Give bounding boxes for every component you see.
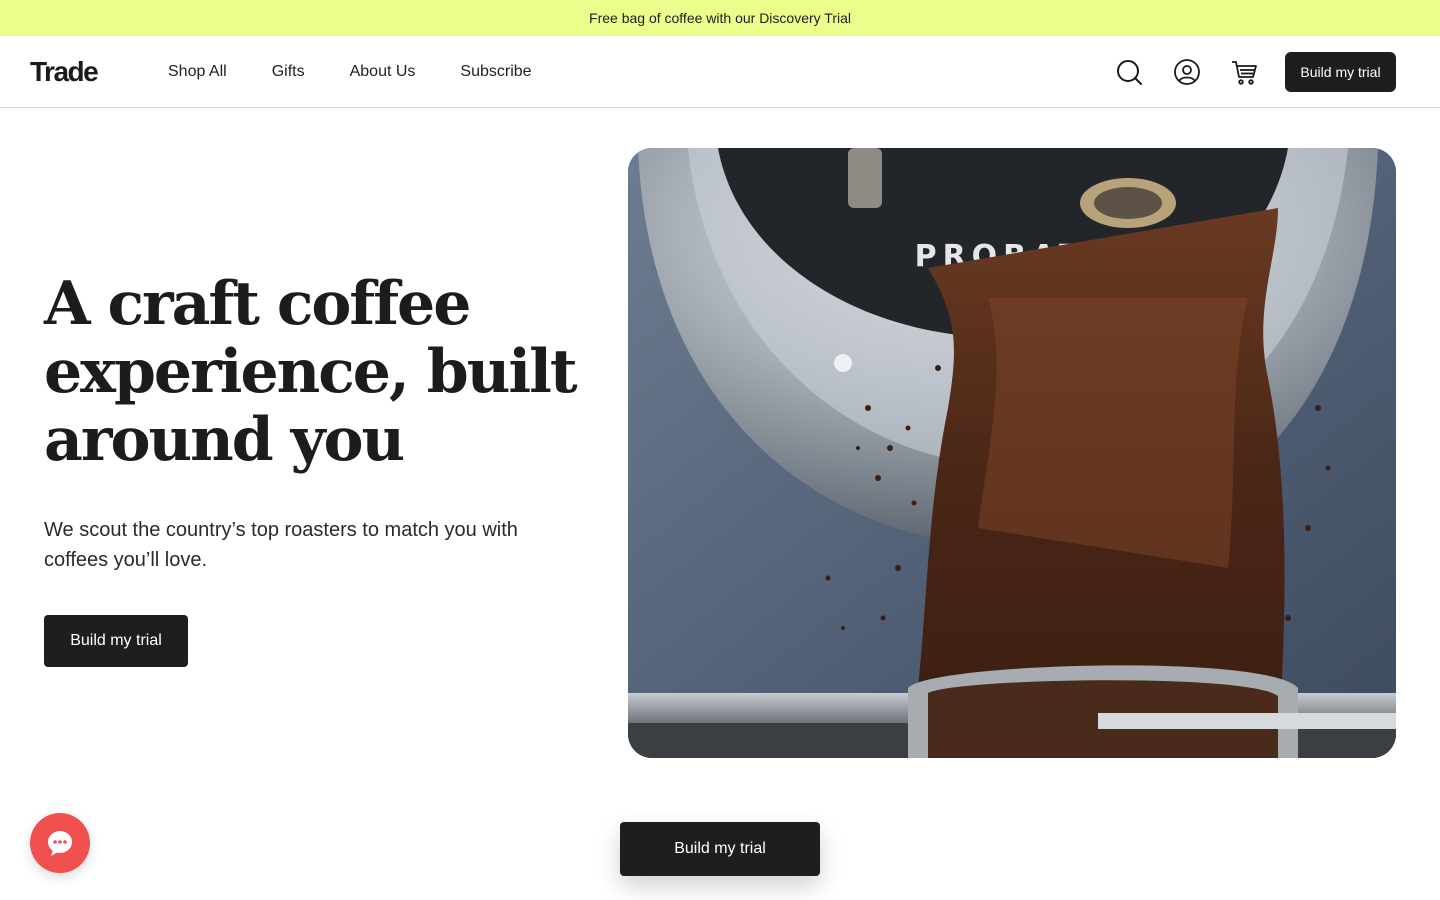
promo-text: Free bag of coffee with our Discovery Tr… bbox=[589, 10, 851, 26]
site-header: Trade Shop All Gifts About Us Subscribe … bbox=[0, 36, 1440, 108]
nav-shop-all[interactable]: Shop All bbox=[168, 63, 227, 81]
chat-launcher-button[interactable] bbox=[30, 813, 90, 873]
promo-bar: Free bag of coffee with our Discovery Tr… bbox=[0, 0, 1440, 36]
chat-dots-icon bbox=[48, 831, 72, 856]
hero-image-coffee-roaster: PROBAT bbox=[628, 148, 1396, 758]
hero-title: A craft coffee experience, built around … bbox=[44, 270, 584, 474]
hero-subtitle: We scout the country’s top roasters to m… bbox=[44, 519, 518, 571]
hero-build-trial-button[interactable]: Build my trial bbox=[44, 615, 188, 667]
header-build-trial-button[interactable]: Build my trial bbox=[1285, 52, 1396, 92]
nav-gifts[interactable]: Gifts bbox=[272, 63, 305, 81]
hero-title-line: A craft coffee bbox=[44, 269, 471, 339]
hero-title-line: experience, built bbox=[44, 337, 578, 407]
nav-about-us[interactable]: About Us bbox=[350, 63, 416, 81]
main-nav: Shop All Gifts About Us Subscribe bbox=[168, 36, 532, 108]
account-icon[interactable] bbox=[1173, 58, 1201, 86]
hero-title-line: around you bbox=[44, 405, 405, 475]
logo[interactable]: Trade bbox=[30, 56, 99, 88]
cart-icon[interactable] bbox=[1230, 58, 1258, 86]
search-icon[interactable] bbox=[1115, 58, 1143, 86]
sticky-build-trial-button[interactable]: Build my trial bbox=[620, 822, 820, 876]
nav-subscribe[interactable]: Subscribe bbox=[460, 63, 531, 81]
